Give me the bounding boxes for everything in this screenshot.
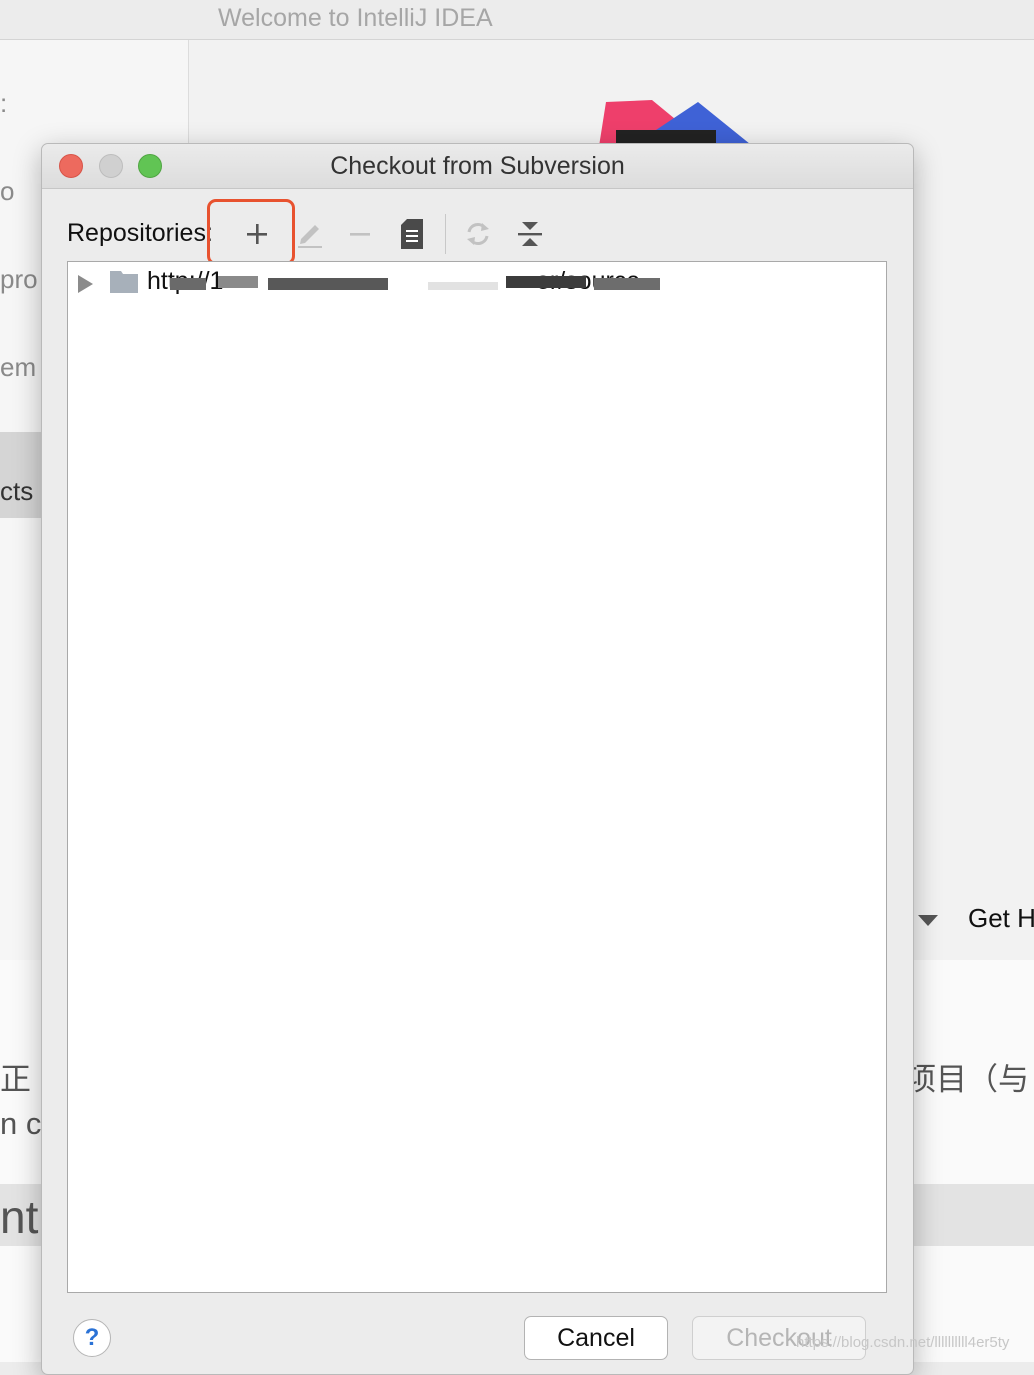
sidebar-fragment: o (0, 176, 15, 206)
article-fragment: 项目（与 (905, 1062, 1029, 1097)
sidebar-fragment: cts (0, 476, 34, 506)
welcome-titlebar: Welcome to IntelliJ IDEA (0, 0, 1034, 40)
article-fragment: n c (0, 1106, 42, 1141)
document-icon (401, 219, 423, 249)
watermark-text: https://blog.csdn.net/llllllllll4er5ty (796, 1334, 1010, 1351)
expand-arrow-icon[interactable] (78, 275, 93, 293)
article-fragment: nt (0, 1191, 39, 1243)
toolbar-separator (445, 214, 446, 254)
dialog-title: Checkout from Subversion (330, 152, 625, 180)
redaction-block (594, 278, 660, 290)
redaction-block (218, 276, 258, 288)
repository-tree[interactable]: http://1 er/source (67, 261, 887, 1293)
dialog-titlebar: Checkout from Subversion (42, 144, 913, 189)
pencil-icon (298, 225, 322, 248)
article-fragment: 正 (0, 1062, 31, 1097)
refresh-button[interactable] (458, 214, 498, 254)
intellij-logo (590, 98, 750, 144)
refresh-icon (467, 223, 489, 245)
welcome-window-title: Welcome to IntelliJ IDEA (218, 4, 493, 32)
edit-repository-button[interactable] (290, 214, 330, 254)
checkout-dialog: Checkout from Subversion Repositories: h… (41, 143, 914, 1375)
repository-row[interactable]: http://1 er/source (68, 262, 886, 304)
chevron-down-icon[interactable] (918, 915, 938, 926)
redaction-block (506, 276, 586, 288)
redaction-block (170, 278, 206, 290)
get-help-link[interactable]: Get H (968, 903, 1034, 934)
cancel-button[interactable]: Cancel (524, 1316, 668, 1360)
help-button[interactable]: ? (73, 1319, 111, 1357)
add-button-highlight (207, 199, 295, 265)
browse-repository-button[interactable] (392, 214, 432, 254)
minus-icon (350, 233, 370, 236)
redaction-block (268, 278, 388, 290)
repositories-label: Repositories: (67, 219, 213, 247)
remove-repository-button[interactable] (340, 214, 380, 254)
sidebar-fragment: : (0, 88, 8, 118)
sidebar-fragment: em (0, 352, 37, 382)
folder-icon (110, 271, 138, 293)
sidebar-fragment: pro (0, 264, 38, 294)
collapse-all-button[interactable] (510, 214, 550, 254)
collapse-all-icon (518, 222, 542, 246)
redaction-block (428, 282, 498, 290)
